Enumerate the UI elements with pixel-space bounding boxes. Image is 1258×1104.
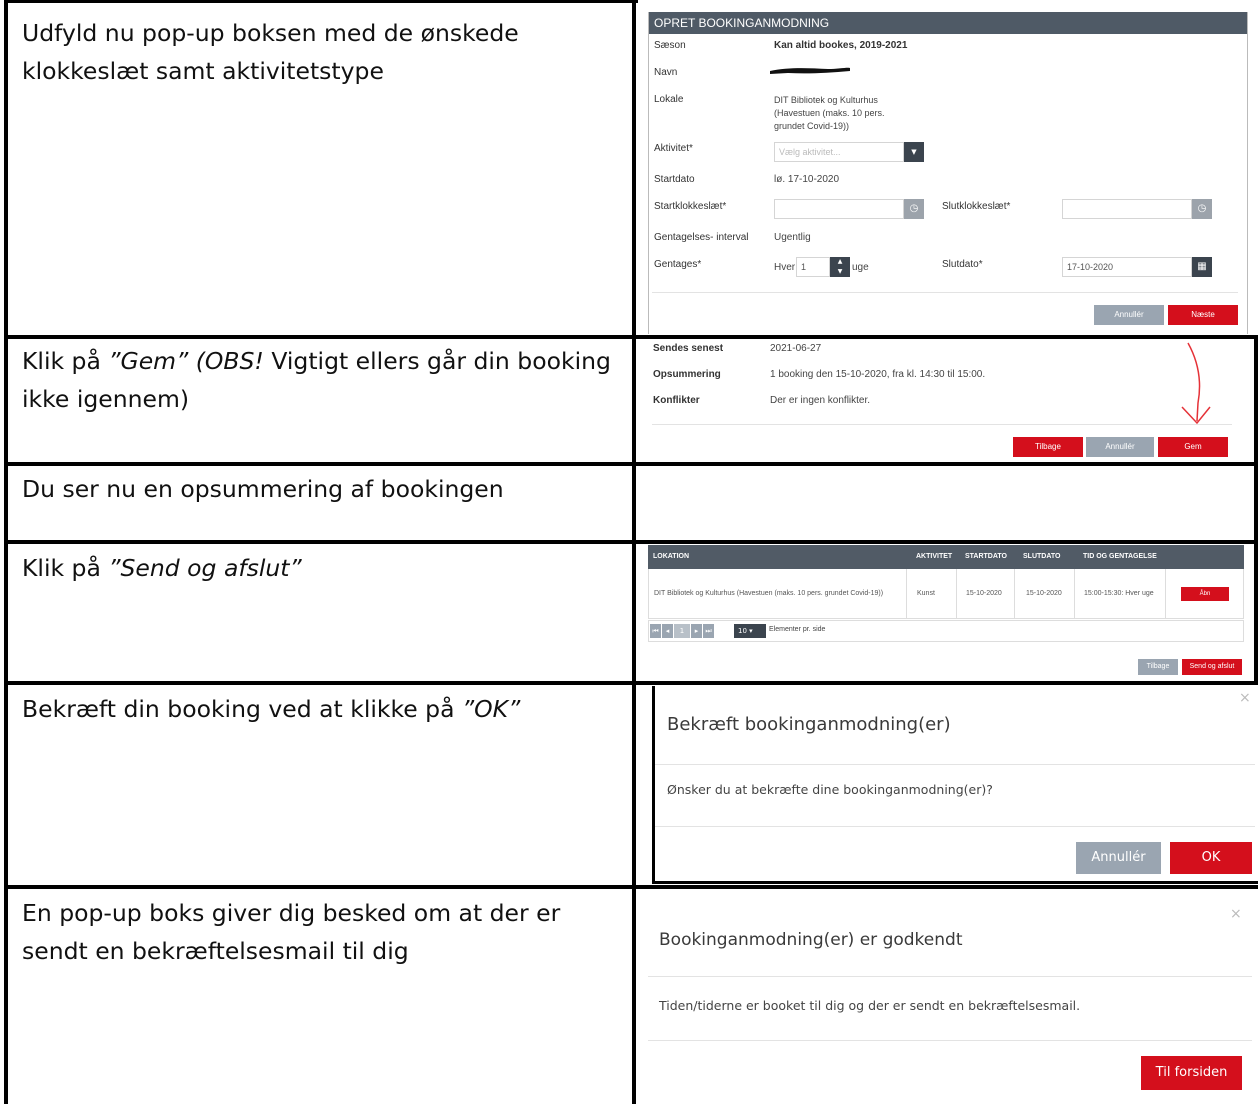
last-page-button[interactable]: ⏭ [703,624,714,638]
dialog-divider [648,976,1252,977]
cancel-button[interactable]: Annullér [1076,842,1161,874]
location-label: Lokale [654,94,684,105]
column-header: STARTDATO [965,553,1007,560]
name-label: Navn [654,67,678,78]
booking-form-screenshot: OPRET BOOKINGANMODNING Sæson Kan altid b… [648,12,1248,334]
summary-label: Opsummering [653,369,721,380]
page-number[interactable]: 1 [674,624,690,638]
instruction-text: Klik på ”Gem” (OBS! Vigtigt ellers går d… [22,347,611,413]
stepper-icon[interactable]: ▲ ▼ [830,257,850,277]
back-button[interactable]: Tilbage [1138,659,1178,675]
repeat-input[interactable]: 1 [796,257,830,277]
repeat-unit: uge [852,262,869,273]
dialog-divider [655,826,1255,827]
row-border [4,540,1258,544]
summary-divider [652,424,1232,425]
enddate-label: Slutdato* [942,259,983,270]
next-page-button[interactable]: ▸ [691,624,702,638]
home-button[interactable]: Til forsiden [1141,1056,1242,1090]
table-row: DIT Bibliotek og Kulturhus (Havestuen (m… [648,569,1244,619]
cancel-button[interactable]: Annullér [1086,437,1154,457]
column-header: LOKATION [653,553,690,560]
next-button[interactable]: Næste [1168,305,1238,325]
column-header: AKTIVITET [916,553,953,560]
approved-dialog-screenshot: × Bookinganmodning(er) er godkendt Tiden… [640,892,1252,1104]
send-and-finish-button[interactable]: Send og afslut [1182,659,1242,675]
column-border [4,0,8,1104]
summary-screenshot: Sendes senest 2021-06-27 Opsummering 1 b… [648,339,1252,461]
row-border [4,885,1258,889]
send-label: Sendes senest [653,343,724,354]
table-cell: DIT Bibliotek og Kulturhus (Havestuen (m… [654,590,884,597]
activity-label: Aktivitet* [654,143,693,154]
dialog-divider [648,1040,1252,1041]
season-label: Sæson [654,40,686,51]
dialog-text: Ønsker du at bekræfte dine bookinganmodn… [667,782,993,797]
per-page-label: Elementer pr. side [769,626,826,633]
endtime-label: Slutklokkeslæt* [942,201,1011,212]
column-border [632,0,636,1104]
instruction-text: Bekræft din booking ved at klikke på ”OK… [22,695,521,723]
endtime-input[interactable] [1062,199,1192,219]
instruction-text: Udfyld nu pop-up boksen med de ønskede k… [22,19,519,85]
conflict-value: Der er ingen konflikter. [770,395,871,406]
table-cell: 15-10-2020 [966,590,1002,597]
season-value: Kan altid bookes, 2019-2021 [774,40,908,51]
instruction-text: Klik på ”Send og afslut” [22,554,302,582]
table-screenshot: LOKATION AKTIVITET STARTDATO SLUTDATO TI… [648,545,1244,679]
dialog-title: Bookinganmodning(er) er godkendt [659,930,963,950]
table-header: LOKATION AKTIVITET STARTDATO SLUTDATO TI… [648,545,1244,569]
form-header: OPRET BOOKINGANMODNING [648,12,1248,34]
table-cell: Kunst [917,590,935,597]
per-page-select[interactable]: 10 ▾ [734,624,766,638]
table-cell: 15-10-2020 [1026,590,1062,597]
startdate-label: Startdato [654,174,695,185]
interval-label: Gentagelses- interval [654,232,749,243]
close-icon[interactable]: × [1230,906,1242,922]
clock-icon[interactable]: ◷ [904,199,924,219]
repeat-every: Hver [774,262,796,273]
clock-icon[interactable]: ◷ [1192,199,1212,219]
instruction-text: Du ser nu en opsummering af bookingen [22,475,504,503]
startdate-value: lø. 17-10-2020 [774,174,840,185]
column-header: TID OG GENTAGELSE [1083,553,1157,560]
confirm-dialog-screenshot: × Bekræft bookinganmodning(er) Ønsker du… [652,686,1258,884]
chevron-down-icon[interactable]: ▼ [904,142,924,162]
close-icon[interactable]: × [1239,690,1251,706]
cancel-button[interactable]: Annullér [1094,305,1164,325]
calendar-icon[interactable]: ▦ [1192,257,1212,277]
column-header: SLUTDATO [1023,553,1061,560]
back-button[interactable]: Tilbage [1013,437,1083,457]
table-cell: 15:00-15:30: Hver uge [1084,590,1154,597]
instruction-table: Udfyld nu pop-up boksen med de ønskede k… [0,0,1258,1104]
first-page-button[interactable]: ⏮ [650,624,661,638]
instruction-text: En pop-up boks giver dig besked om at de… [22,899,561,965]
ok-button[interactable]: OK [1170,842,1252,874]
dialog-divider [655,764,1255,765]
location-value: DIT Bibliotek og Kulturhus (Havestuen (m… [774,95,885,131]
redacted-name [770,67,850,74]
starttime-input[interactable] [774,199,904,219]
row-border [4,681,1258,685]
activity-select[interactable]: Vælg aktivitet... [774,142,904,162]
dialog-text: Tiden/tiderne er booket til dig og der e… [659,998,1081,1013]
open-button[interactable]: Åbn [1181,587,1229,601]
dialog-title: Bekræft bookinganmodning(er) [667,714,951,735]
prev-page-button[interactable]: ◂ [662,624,673,638]
summary-value: 1 booking den 15-10-2020, fra kl. 14:30 … [770,369,986,380]
conflict-label: Konflikter [653,395,700,406]
send-value: 2021-06-27 [770,343,822,354]
row-border [4,462,1258,466]
repeat-label: Gentages* [654,259,702,270]
interval-value: Ugentlig [774,232,811,243]
save-button[interactable]: Gem [1158,437,1228,457]
row-border [4,0,638,3]
starttime-label: Startklokkeslæt* [654,201,727,212]
column-border [1254,335,1258,685]
enddate-input[interactable]: 17-10-2020 [1062,257,1192,277]
arrow-icon [1181,342,1211,425]
form-divider [652,292,1238,293]
